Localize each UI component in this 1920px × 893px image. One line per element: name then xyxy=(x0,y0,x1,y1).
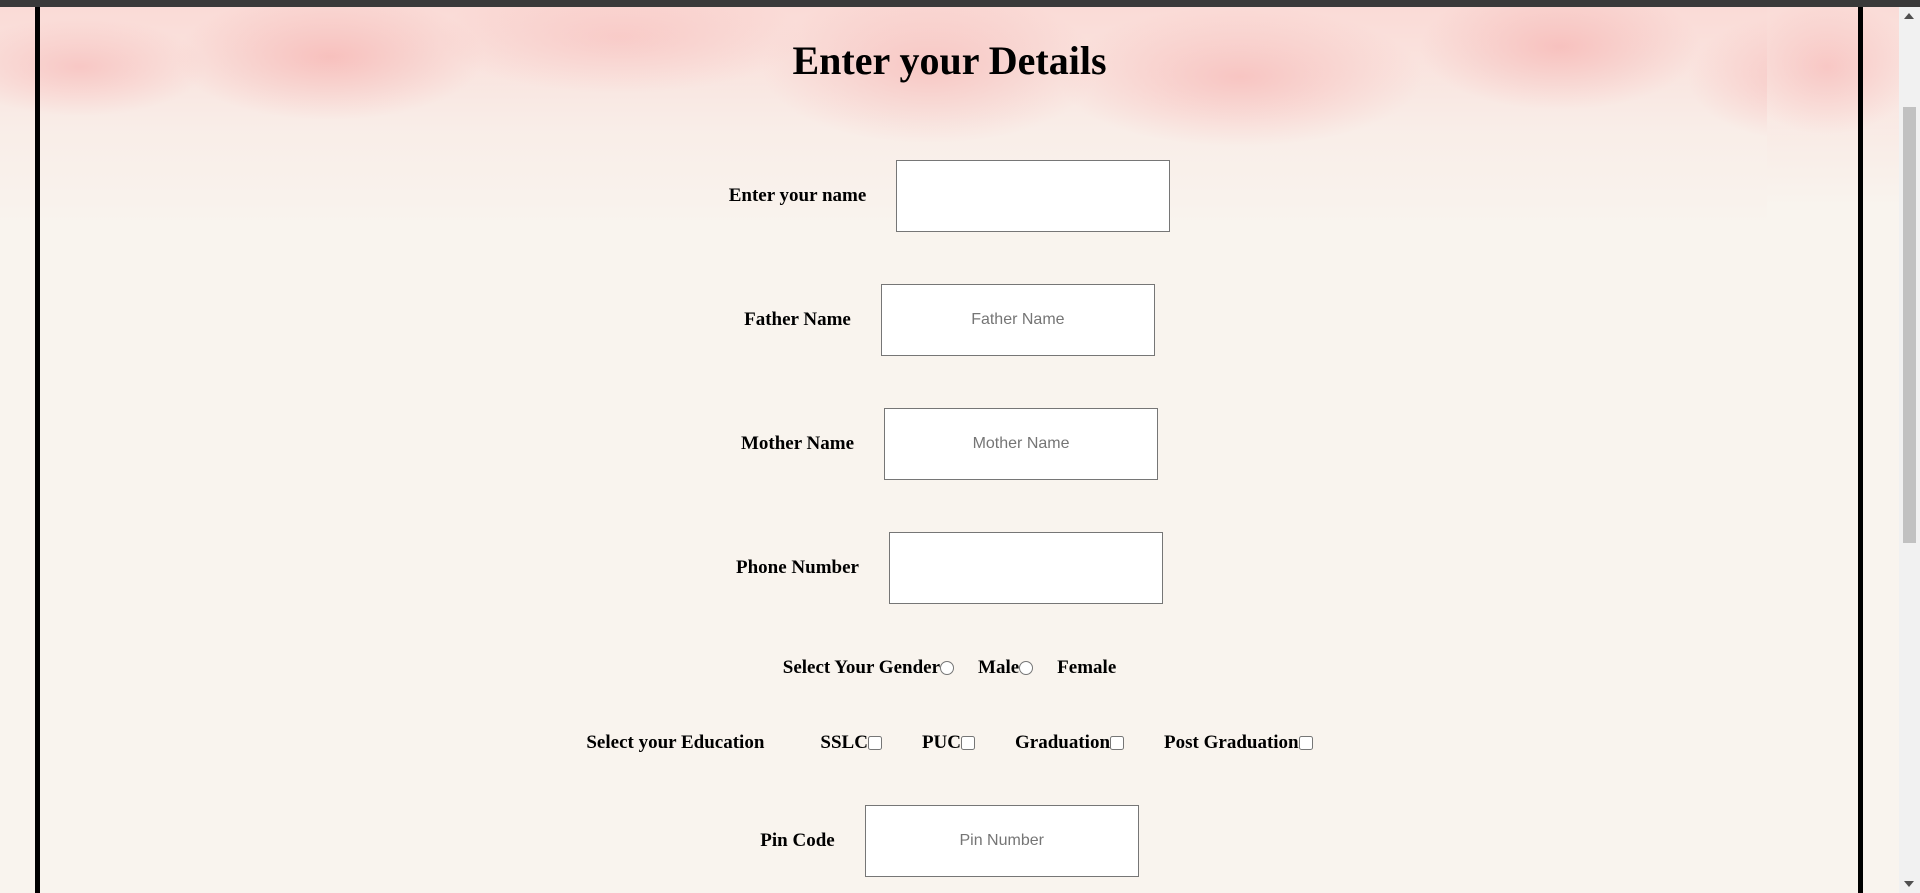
pin-label: Pin Code xyxy=(760,830,835,851)
pin-input[interactable] xyxy=(864,805,1139,877)
browser-top-bar xyxy=(0,0,1920,7)
name-label: Enter your name xyxy=(728,185,867,206)
phone-row: Phone Number xyxy=(0,531,1899,605)
page: Enter your Details Enter your name Fathe… xyxy=(0,7,1899,893)
mother-name-label: Mother Name xyxy=(740,433,855,454)
education-puc-label: PUC xyxy=(921,732,961,753)
scroll-up-arrow-icon[interactable] xyxy=(1904,13,1914,19)
name-row: Enter your name xyxy=(0,159,1899,233)
education-sslc-label: SSLC xyxy=(820,732,868,753)
pin-row: Pin Code xyxy=(0,804,1899,878)
gender-female-label: Female xyxy=(1057,657,1117,678)
father-name-row: Father Name xyxy=(0,283,1899,357)
phone-input[interactable] xyxy=(888,532,1163,604)
father-name-label: Father Name xyxy=(744,309,851,330)
education-puc-checkbox[interactable] xyxy=(961,736,975,750)
education-row: Select your Education SSLC PUC Graduatio… xyxy=(0,728,1899,758)
education-graduation-label: Graduation xyxy=(1015,732,1111,753)
gender-female-radio[interactable] xyxy=(1019,661,1034,675)
scroll-down-arrow-icon[interactable] xyxy=(1904,881,1914,887)
gender-row: Select Your Gender Male Female xyxy=(0,653,1899,683)
page-title: Enter your Details xyxy=(792,38,1107,83)
education-label: Select your Education xyxy=(586,732,765,753)
father-name-input[interactable] xyxy=(880,284,1155,356)
name-input[interactable] xyxy=(896,160,1171,232)
phone-label: Phone Number xyxy=(736,557,859,578)
mother-name-input[interactable] xyxy=(884,408,1159,480)
gender-label: Select Your Gender xyxy=(782,657,941,678)
mother-name-row: Mother Name xyxy=(0,407,1899,481)
vertical-scrollbar[interactable] xyxy=(1899,7,1920,893)
scroll-thumb[interactable] xyxy=(1903,107,1916,543)
education-graduation-checkbox[interactable] xyxy=(1110,736,1125,750)
education-sslc-checkbox[interactable] xyxy=(867,736,882,750)
education-post-graduation-checkbox[interactable] xyxy=(1298,736,1313,750)
gender-male-radio[interactable] xyxy=(940,661,955,675)
education-post-graduation-label: Post Graduation xyxy=(1164,732,1299,753)
gender-male-label: Male xyxy=(978,657,1020,678)
